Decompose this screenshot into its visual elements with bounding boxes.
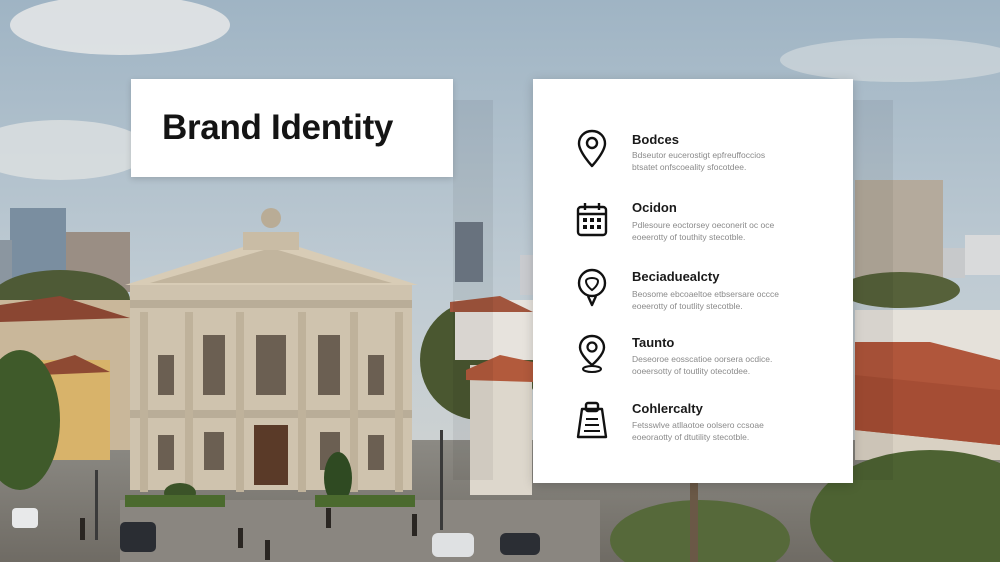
item-description: Deseoroe eosscatioe oorsera ocdice. ooee… <box>632 354 773 376</box>
calendar-icon <box>574 200 610 240</box>
clipboard-icon <box>574 399 610 441</box>
item-description: Fetsswlve atllaotoe oolsero ccsoae eoeor… <box>632 420 764 442</box>
list-item: Bodces Bdseutor eucerostigt epfreuffocci… <box>533 128 853 184</box>
item-title: Taunto <box>632 335 675 350</box>
list-item: Beciaduealcty Beosome ebcoaeltoe etbsers… <box>533 267 853 323</box>
location-pin-icon <box>574 333 610 375</box>
item-title: Beciaduealcty <box>632 269 720 284</box>
feature-list-card: Bodces Bdseutor eucerostigt epfreuffocci… <box>533 79 853 483</box>
list-item: Taunto Deseoroe eosscatioe oorsera ocdic… <box>533 333 853 389</box>
page-title: Brand Identity <box>162 108 394 147</box>
list-item: Ocidon Pdlesoure eoctorsey oeconerit oc … <box>533 200 853 256</box>
list-item: Cohlercalty Fetsswlve atllaotoe oolsero … <box>533 399 853 455</box>
map-pin-icon <box>574 128 610 170</box>
pin-badge-icon <box>574 267 610 309</box>
item-title: Bodces <box>632 132 679 147</box>
item-title: Cohlercalty <box>632 401 703 416</box>
item-title: Ocidon <box>632 200 677 215</box>
item-description: Pdlesoure eoctorsey oeconerit oc oce eoe… <box>632 220 775 242</box>
title-card: Brand Identity <box>131 79 453 177</box>
item-description: Beosome ebcoaeltoe etbsersare occce eoee… <box>632 289 779 311</box>
item-description: Bdseutor eucerostigt epfreuffoccios btsa… <box>632 150 766 172</box>
